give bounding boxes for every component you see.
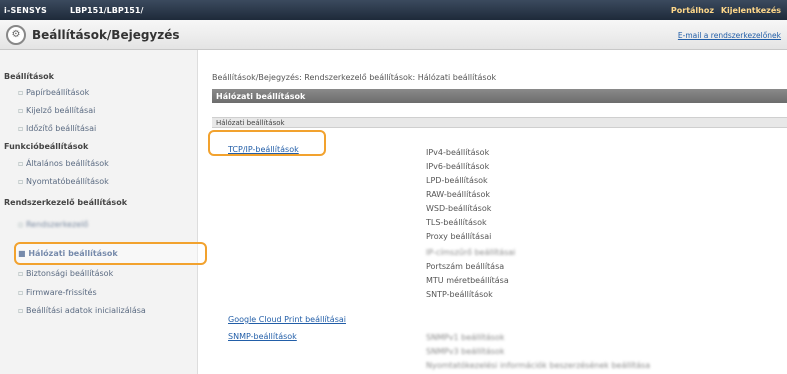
snmpv3-settings: SNMPv3 beállítások [426,347,505,356]
sidebar-item-timer[interactable]: Időzítő beállításai [18,124,96,133]
portal-link[interactable]: Portálhoz [671,6,714,15]
sidebar-item-security[interactable]: Biztonsági beállítások [18,269,113,278]
sidebar-item-general[interactable]: Általános beállítások [18,159,109,168]
raw-settings: RAW-beállítások [426,190,491,199]
google-cloud-print-link[interactable]: Google Cloud Print beállításai [228,315,346,324]
page-header: ⚙ Beállítások/Bejegyzés E-mail a rendsze… [0,20,787,50]
printer-mgmt-info-settings: Nyomtatókezelési információk beszerzésén… [426,361,651,370]
sidebar-item-firmware[interactable]: Firmware-frissítés [18,288,97,297]
brand-label: i-SENSYS [4,6,47,15]
ip-filter-settings: IP-címszűrő beállításai [426,248,516,257]
network-nav-highlight [14,242,207,265]
tls-settings: TLS-beállítások [426,218,487,227]
sidebar-section-admin[interactable]: Rendszerkezelő beállítások [4,198,127,207]
snmp-settings-link[interactable]: SNMP-beállítások [228,332,297,341]
ipv4-settings: IPv4-beállítások [426,148,490,157]
page-title: Beállítások/Bejegyzés [32,28,180,42]
lpd-settings: LPD-beállítások [426,176,488,185]
sidebar-item-admin[interactable]: Rendszerkezelő [18,220,88,229]
top-links: Portálhoz Kijelentkezés [667,6,781,15]
sntp-settings: SNTP-beállítások [426,290,493,299]
sidebar-item-paper[interactable]: Papírbeállítások [18,88,89,97]
port-number-settings: Portszám beállítása [426,262,505,271]
section-header: Hálózati beállítások [212,89,787,103]
wsd-settings: WSD-beállítások [426,204,492,213]
sidebar-item-printer[interactable]: Nyomtatóbeállítások [18,177,109,186]
mtu-settings: MTU méretbeállítása [426,276,509,285]
logout-link[interactable]: Kijelentkezés [721,6,781,15]
breadcrumb: Beállítások/Bejegyzés: Rendszerkezelő be… [212,73,497,82]
sidebar-item-init[interactable]: Beállítási adatok inicializálása [18,306,146,315]
sub-header: Hálózati beállítások [212,117,787,128]
tcpip-link-highlight [208,130,326,156]
proxy-settings: Proxy beállításai [426,232,492,241]
snmpv1-settings: SNMPv1 beállítások [426,333,505,342]
sidebar: Beállítások Papírbeállítások Kijelző beá… [0,50,198,374]
sidebar-section-functions[interactable]: Funkcióbeállítások [4,142,88,151]
settings-gear-icon: ⚙ [6,25,26,45]
sidebar-item-display[interactable]: Kijelző beállításai [18,106,95,115]
ipv6-settings: IPv6-beállítások [426,162,490,171]
mail-admin-link[interactable]: E-mail a rendszerkezelőnek [678,31,781,40]
sidebar-section-settings[interactable]: Beállítások [4,72,54,81]
model-label: LBP151/LBP151/ [70,6,144,15]
main-content: Beállítások/Bejegyzés: Rendszerkezelő be… [204,50,787,374]
top-bar: i-SENSYS LBP151/LBP151/ Portálhoz Kijele… [0,0,787,20]
